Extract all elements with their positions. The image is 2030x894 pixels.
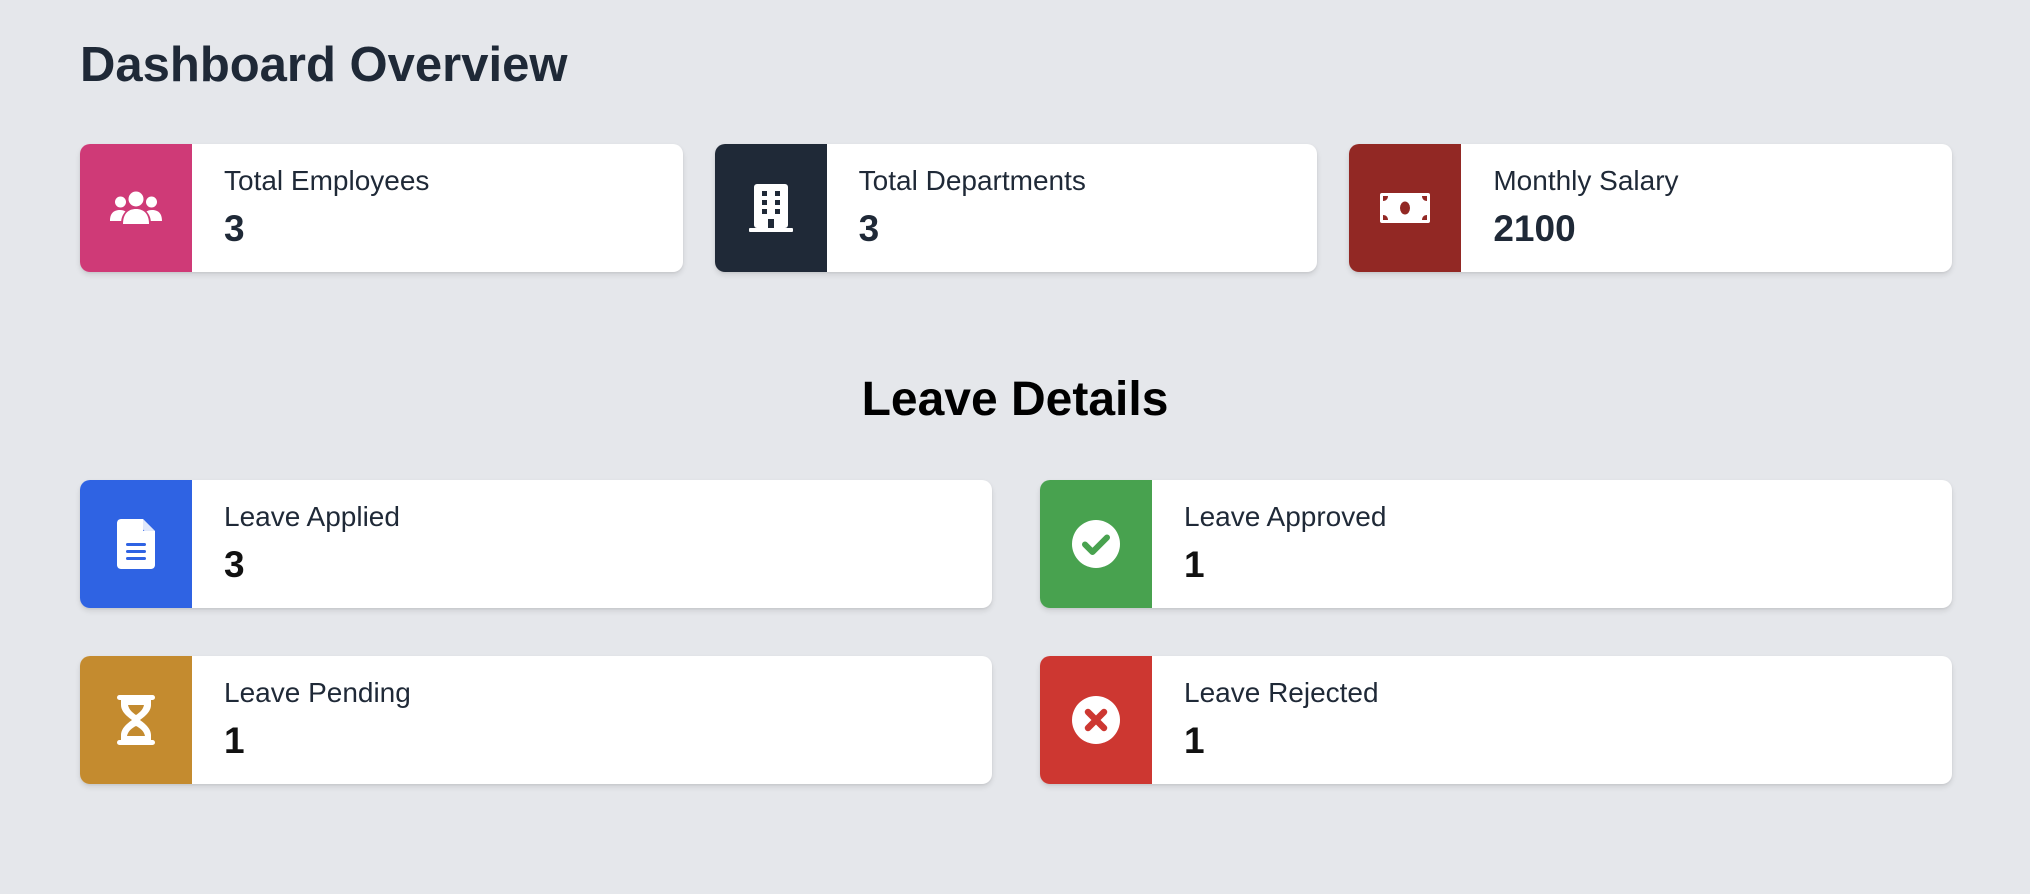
leave-applied-icon-box bbox=[80, 480, 192, 608]
card-label: Leave Applied bbox=[224, 501, 400, 532]
leave-pending-body: Leave Pending 1 bbox=[192, 656, 411, 784]
times-circle-icon bbox=[1072, 696, 1120, 744]
money-bill-icon bbox=[1380, 193, 1431, 223]
users-icon bbox=[110, 191, 162, 224]
card-value: 1 bbox=[224, 720, 245, 761]
leave-details-title: Leave Details bbox=[861, 373, 1169, 426]
card-value: 3 bbox=[224, 544, 245, 585]
leave-pending-card[interactable]: Leave Pending 1 bbox=[80, 656, 992, 784]
total-employees-body: Total Employees 3 bbox=[192, 144, 429, 272]
total-departments-body: Total Departments 3 bbox=[827, 144, 1086, 272]
dashboard: Dashboard Overview Total Employees 3 Tot… bbox=[0, 0, 2030, 894]
overview-cards: Total Employees 3 Total Departments 3 Mo… bbox=[80, 144, 1953, 272]
card-label: Leave Approved bbox=[1184, 501, 1387, 532]
hourglass-icon bbox=[117, 695, 155, 745]
monthly-salary-card[interactable]: Monthly Salary 2100 bbox=[1349, 144, 1953, 272]
total-employees-card[interactable]: Total Employees 3 bbox=[80, 144, 683, 272]
card-value: 3 bbox=[224, 208, 245, 249]
card-label: Leave Rejected bbox=[1184, 677, 1379, 708]
leave-applied-body: Leave Applied 3 bbox=[192, 480, 400, 608]
leave-approved-body: Leave Approved 1 bbox=[1152, 480, 1386, 608]
card-value: 2100 bbox=[1493, 208, 1576, 249]
card-label: Total Departments bbox=[858, 165, 1086, 196]
total-departments-card[interactable]: Total Departments 3 bbox=[714, 144, 1318, 272]
total-employees-icon-box bbox=[80, 144, 192, 272]
leave-rejected-icon-box bbox=[1040, 656, 1152, 784]
leave-cards-row-1: Leave Applied 3 Leave Approved 1 bbox=[80, 480, 1952, 608]
card-value: 1 bbox=[1184, 544, 1205, 585]
card-value: 1 bbox=[1184, 720, 1205, 761]
building-icon bbox=[748, 184, 793, 232]
leave-rejected-card[interactable]: Leave Rejected 1 bbox=[1040, 656, 1952, 784]
file-text-icon bbox=[117, 519, 155, 569]
leave-cards-row-2: Leave Pending 1 Leave Rejected 1 bbox=[80, 656, 1952, 784]
leave-pending-icon-box bbox=[80, 656, 192, 784]
card-label: Leave Pending bbox=[224, 677, 411, 708]
leave-applied-card[interactable]: Leave Applied 3 bbox=[80, 480, 992, 608]
monthly-salary-icon-box bbox=[1349, 144, 1462, 272]
check-circle-icon bbox=[1072, 520, 1120, 568]
leave-approved-icon-box bbox=[1040, 480, 1152, 608]
card-value: 3 bbox=[858, 208, 880, 249]
leave-rejected-body: Leave Rejected 1 bbox=[1152, 656, 1379, 784]
leave-approved-card[interactable]: Leave Approved 1 bbox=[1040, 480, 1952, 608]
card-label: Total Employees bbox=[224, 165, 430, 196]
total-departments-icon-box bbox=[714, 144, 827, 272]
page-title: Dashboard Overview bbox=[80, 38, 568, 92]
card-label: Monthly Salary bbox=[1493, 165, 1679, 196]
monthly-salary-body: Monthly Salary 2100 bbox=[1461, 144, 1678, 272]
